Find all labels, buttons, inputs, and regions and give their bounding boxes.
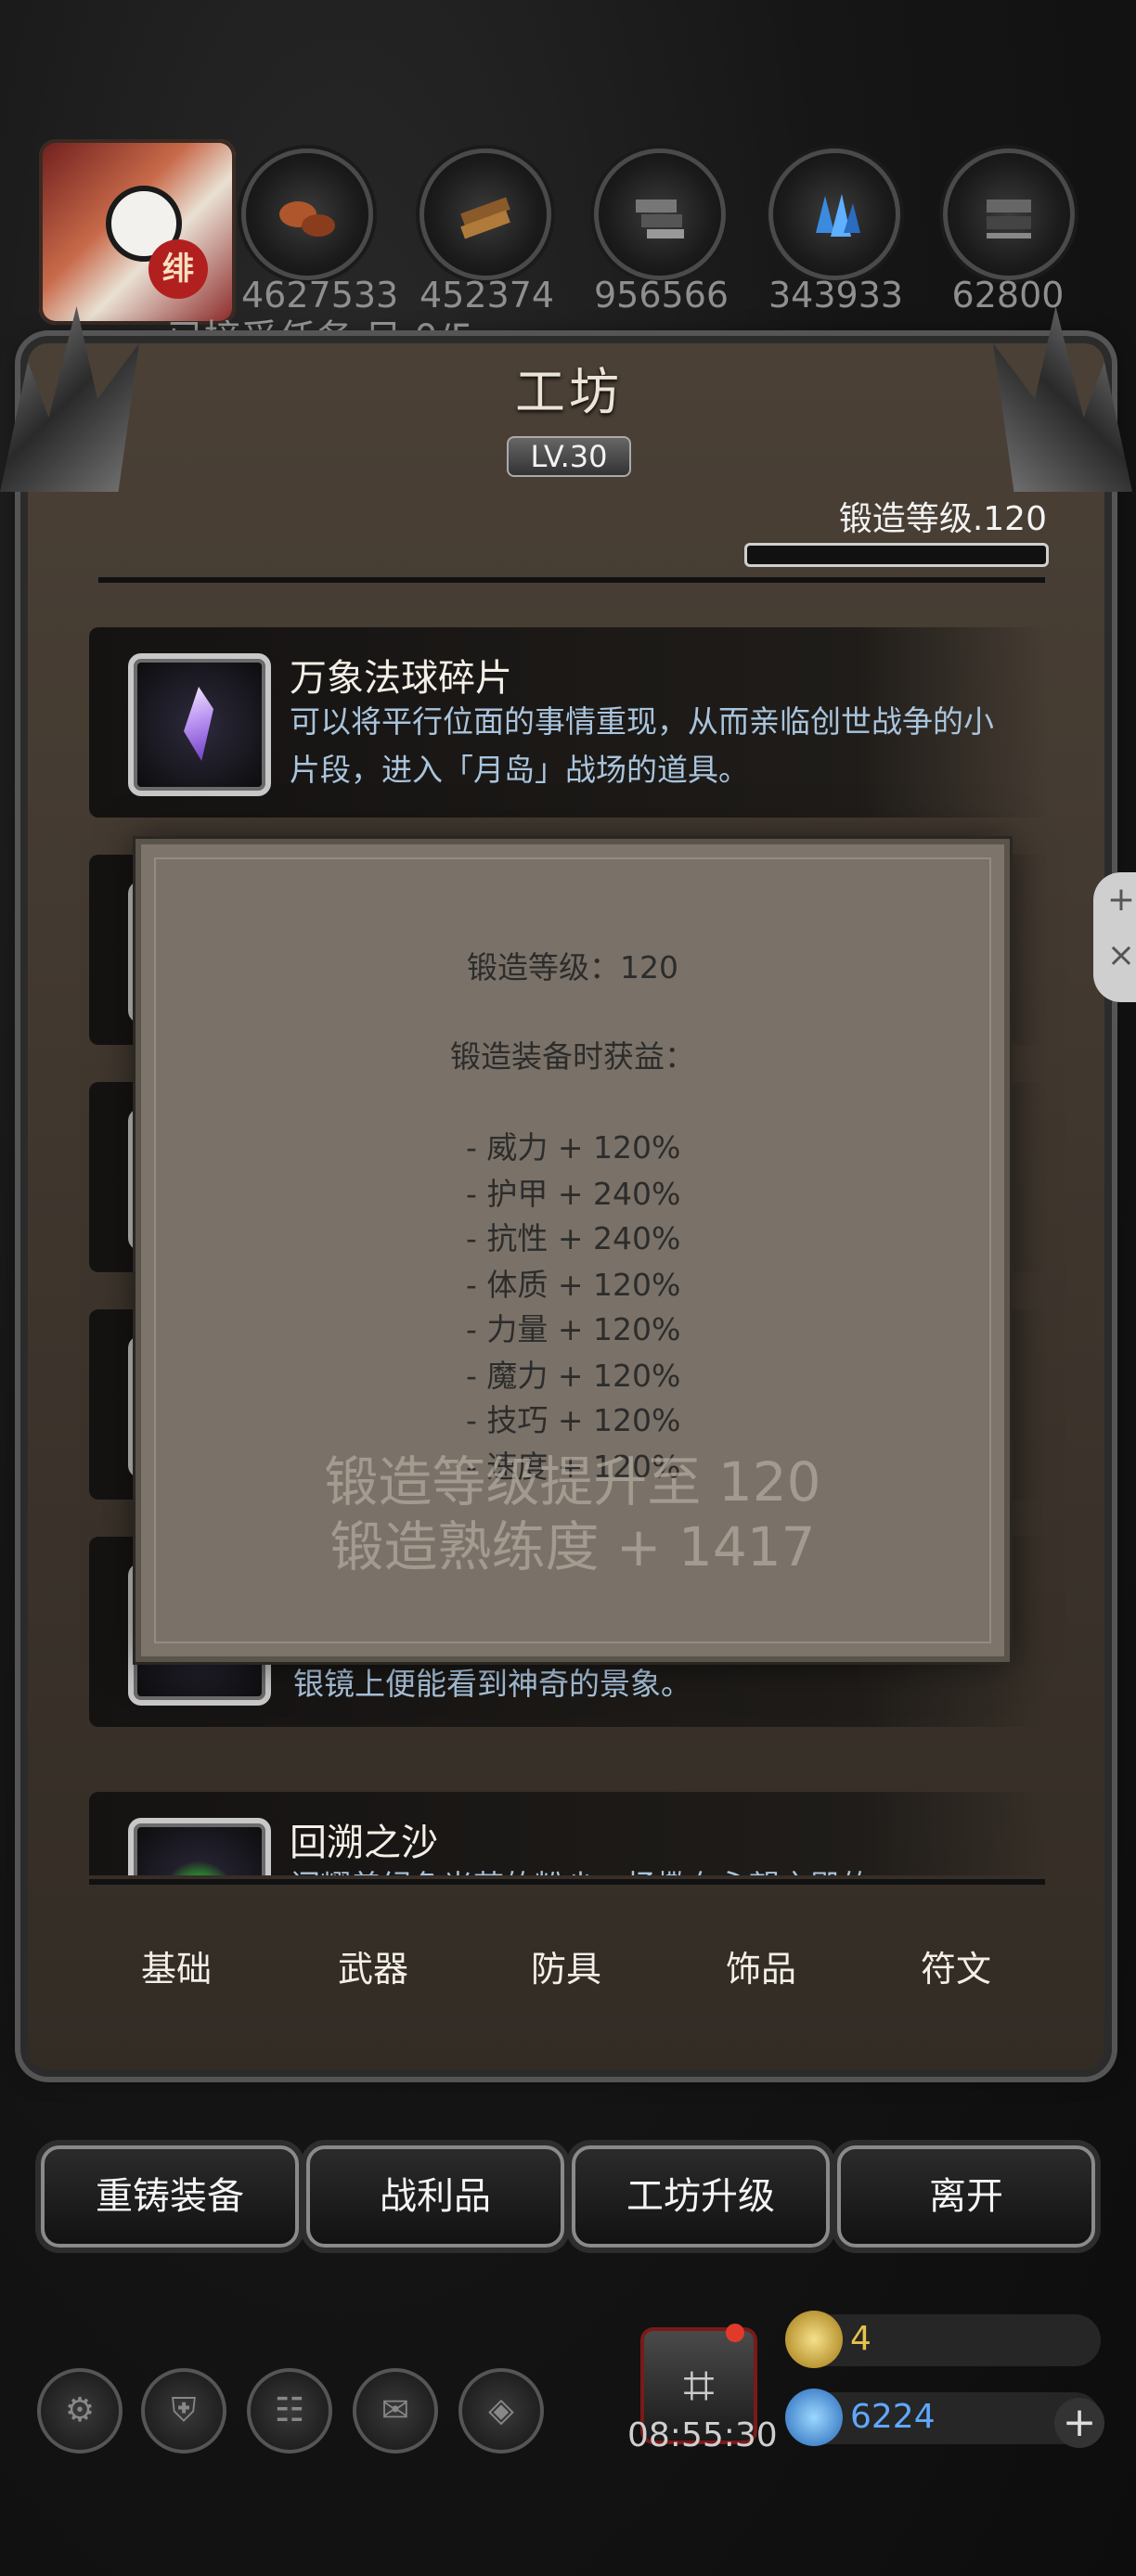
tooltip-stat: - 体质 + 120% <box>466 1267 681 1303</box>
forge-proficiency-text: 锻造熟练度 + 1417 <box>329 1515 816 1578</box>
resource-value: 956566 <box>594 275 729 316</box>
crystal-icon <box>768 148 900 280</box>
item-description: 银镜上便能看到神奇的景象。 <box>293 1666 691 1702</box>
tab-weapon[interactable]: 武器 <box>338 1940 408 1991</box>
mail-icon[interactable]: ✉ <box>353 2368 438 2454</box>
resource-iron[interactable]: 956566 <box>594 148 729 316</box>
resource-value: 343933 <box>768 275 904 316</box>
settings-icon[interactable]: ⚙ <box>37 2368 123 2454</box>
gem-icon <box>785 2389 843 2446</box>
gem-currency: 6224 <box>785 2389 1101 2446</box>
cube-icon[interactable]: ◈ <box>458 2368 544 2454</box>
floating-tool-button[interactable]: + × <box>1093 872 1136 1002</box>
list-item[interactable]: 回溯之沙 闪耀着绿色光芒的粉尘，扬撒在永望之殿的 <box>89 1792 1049 1875</box>
list-item[interactable]: 万象法球碎片 可以将平行位面的事情重现，从而亲临创世战争的小片段，进入「月岛」战… <box>89 627 1049 818</box>
loot-button[interactable]: 战利品 <box>306 2145 564 2248</box>
tooltip-stat: - 护甲 + 240% <box>466 1176 681 1212</box>
workshop-upgrade-button[interactable]: 工坊升级 <box>572 2145 830 2248</box>
scroll-icon[interactable]: ☷ <box>247 2368 332 2454</box>
workshop-level-badge: LV.30 <box>507 436 631 477</box>
reforge-equipment-button[interactable]: 重铸装备 <box>41 2145 299 2248</box>
tooltip-stat: - 力量 + 120% <box>466 1311 681 1347</box>
item-name: 回溯之沙 <box>290 1822 438 1864</box>
notification-dot <box>726 2324 744 2342</box>
tab-accessory[interactable]: 饰品 <box>726 1940 796 1991</box>
add-currency-button[interactable]: + <box>1054 2398 1104 2448</box>
forge-level-text: 锻造等级.120 <box>838 500 1047 538</box>
item-name: 万象法球碎片 <box>290 657 512 700</box>
gem-value: 6224 <box>850 2398 936 2436</box>
shield-icon[interactable]: ⛨ <box>141 2368 226 2454</box>
tooltip-stat: - 抗性 + 240% <box>466 1220 681 1256</box>
sand-icon <box>128 1818 271 1875</box>
gold-currency: 4 <box>785 2311 1101 2368</box>
tooltip-stat: - 魔力 + 120% <box>466 1358 681 1394</box>
avatar-seal: 绯 <box>148 239 208 299</box>
tab-rune[interactable]: 符文 <box>921 1940 991 1991</box>
gift-timer: 08:55:30 <box>627 2416 778 2454</box>
forge-progress-bar <box>744 543 1049 567</box>
green-dust-icon <box>161 1861 236 1875</box>
resource-stone[interactable]: 62800 <box>943 148 1075 316</box>
crystal-shard-icon <box>184 687 213 761</box>
forge-level-tooltip: 锻造等级：120 锻造装备时获益： - 威力 + 120% - 护甲 + 240… <box>136 839 1010 1662</box>
category-tabs: 基础 武器 防具 饰品 符文 <box>89 1879 1045 2042</box>
tooltip-stat: - 技巧 + 120% <box>466 1402 681 1438</box>
item-description: 闪耀着绿色光芒的粉尘，扬撒在永望之殿的 <box>290 1862 1023 1875</box>
item-description: 可以将平行位面的事情重现，从而亲临创世战争的小片段，进入「月岛」战场的道具。 <box>290 703 994 788</box>
meat-icon <box>241 148 373 280</box>
tooltip-stat: - 威力 + 120% <box>466 1129 681 1166</box>
stone-icon <box>943 148 1075 280</box>
resource-value: 62800 <box>951 275 1065 316</box>
player-avatar[interactable]: 绯 <box>39 139 236 325</box>
tooltip-gain-title: 锻造装备时获益： <box>450 1038 695 1075</box>
leave-button[interactable]: 离开 <box>837 2145 1095 2248</box>
wood-icon <box>420 148 551 280</box>
tab-basic[interactable]: 基础 <box>141 1940 212 1991</box>
iron-icon <box>594 148 726 280</box>
resource-meat[interactable]: 4627533 <box>241 148 398 316</box>
tooltip-forge-level: 锻造等级：120 <box>467 949 678 985</box>
tab-armor[interactable]: 防具 <box>531 1940 601 1991</box>
divider <box>98 577 1045 583</box>
workshop-title: 工坊 <box>515 363 623 421</box>
resource-crystal[interactable]: 343933 <box>768 148 904 316</box>
orb-fragment-icon <box>128 653 271 796</box>
gold-value: 4 <box>850 2320 871 2358</box>
resource-wood[interactable]: 452374 <box>420 148 554 316</box>
gold-coin-icon <box>785 2311 843 2368</box>
